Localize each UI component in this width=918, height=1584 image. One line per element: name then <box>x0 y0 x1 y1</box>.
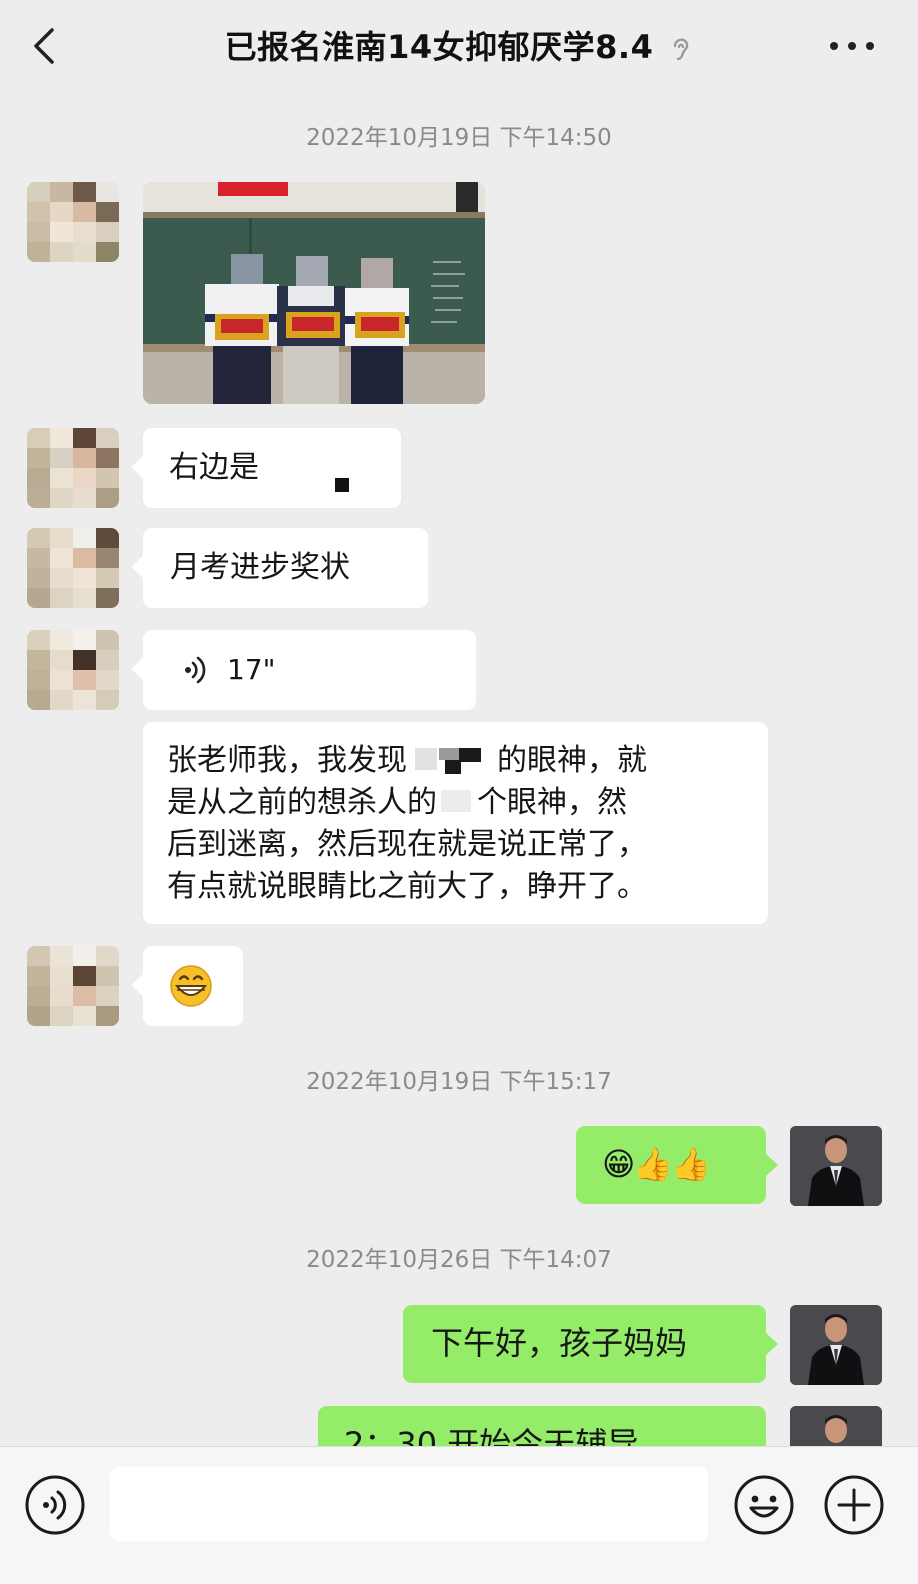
avatar[interactable] <box>27 182 119 262</box>
message-text: 张老师我，我发现 <box>167 743 407 778</box>
more-dots-icon[interactable] <box>826 28 878 64</box>
voice-icon[interactable] <box>24 1474 86 1536</box>
my-message-bubble[interactable]: 下午好，孩子妈妈 <box>403 1305 778 1383</box>
avatar[interactable] <box>27 946 119 1026</box>
message-text: 的眼神，就 <box>497 743 647 778</box>
redaction-block <box>407 742 497 776</box>
avatar[interactable] <box>27 528 119 608</box>
message-bubble[interactable]: 月考进步奖状 <box>131 528 428 608</box>
message-input[interactable] <box>110 1467 708 1541</box>
avatar[interactable] <box>27 428 119 508</box>
message-line: 是从之前的想杀人的 个眼神，然 <box>167 782 744 824</box>
my-avatar[interactable] <box>790 1126 882 1206</box>
avatar[interactable] <box>27 630 119 710</box>
message-text: 是从之前的想杀人的 <box>167 785 437 820</box>
ear-muted-icon <box>674 38 689 61</box>
message-bubble[interactable] <box>131 946 243 1026</box>
voice-duration: 17" <box>227 653 276 686</box>
message-text: 右边是 <box>169 450 259 485</box>
chat-title-text: 已报名淮南14女抑郁厌学8.4 <box>224 28 654 66</box>
chat-header: 已报名淮南14女抑郁厌学8.4 <box>0 0 918 92</box>
message-text: 个眼神，然 <box>477 785 627 820</box>
message-bubble[interactable]: 张老师我，我发现 的眼神，就 是从之前的想杀人的 个眼神，然 后到迷离，然后现在就是… <box>143 722 768 924</box>
message-line: 张老师我，我发现 的眼神，就 <box>167 740 744 782</box>
timestamp: 2022年10月19日 下午15:17 <box>306 1069 612 1095</box>
timestamp: 2022年10月26日 下午14:07 <box>306 1247 612 1273</box>
chat-title: 已报名淮南14女抑郁厌学8.4 <box>0 22 918 68</box>
message-text: 月考进步奖状 <box>170 550 350 585</box>
message-text: 下午好，孩子妈妈 <box>431 1324 688 1362</box>
redaction-block <box>335 478 349 492</box>
voice-message[interactable]: 17" <box>131 630 476 710</box>
emoji-icon[interactable] <box>733 1474 795 1536</box>
message-bubble[interactable]: 右边是 <box>131 428 401 508</box>
message-text: 后到迷离，然后现在就是说正常了， <box>167 827 647 862</box>
message-text: 😁👍👍 <box>602 1145 711 1183</box>
redaction-block <box>437 786 477 816</box>
message-text: 有点就说眼睛比之前大了，睁开了。 <box>167 869 647 904</box>
message-photo[interactable] <box>143 182 485 404</box>
voice-wave-icon <box>185 656 206 684</box>
timestamp: 2022年10月19日 下午14:50 <box>306 125 612 151</box>
grin-emoji-icon <box>170 965 212 1007</box>
my-message-bubble[interactable]: 😁👍👍 <box>576 1126 778 1204</box>
my-avatar[interactable] <box>790 1305 882 1385</box>
input-bar <box>0 1446 918 1584</box>
plus-icon[interactable] <box>823 1474 885 1536</box>
